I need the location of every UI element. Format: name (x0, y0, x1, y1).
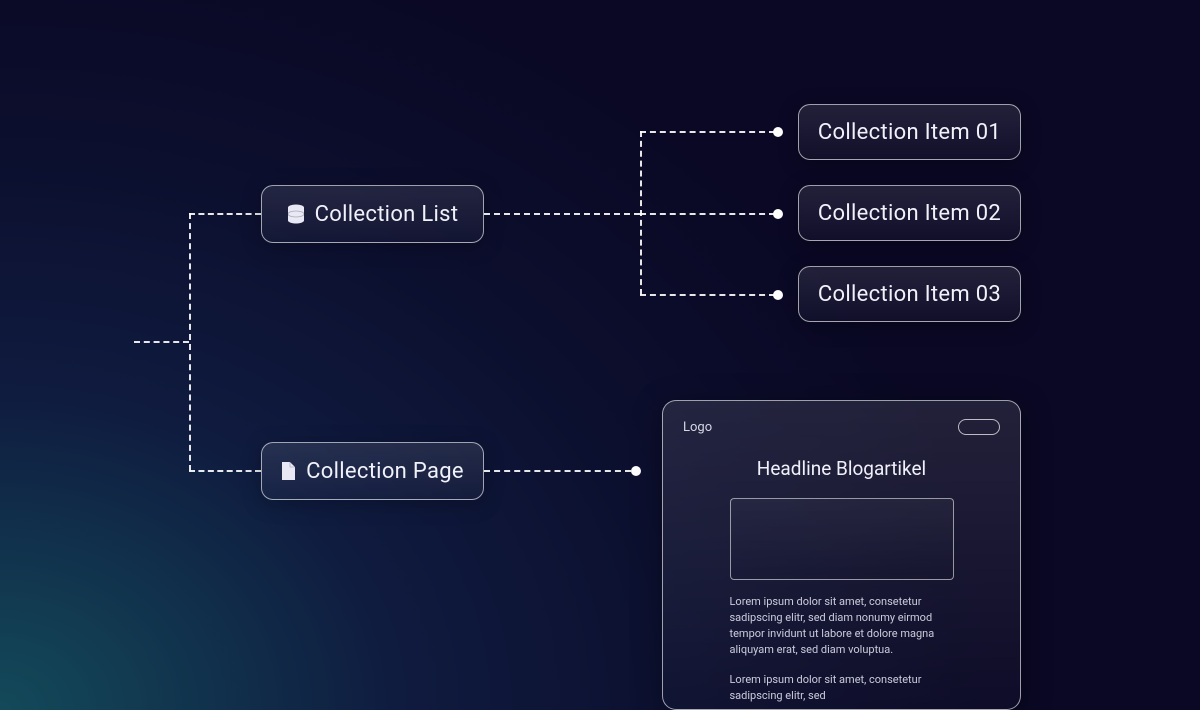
node-label: Collection List (315, 202, 459, 227)
page-preview-body: Lorem ipsum dolor sit amet, consetetur s… (730, 594, 954, 704)
page-preview-button-placeholder (958, 419, 1000, 435)
page-preview-paragraph: Lorem ipsum dolor sit amet, consetetur s… (730, 672, 954, 704)
node-collection-page: Collection Page (261, 442, 484, 500)
connector (189, 470, 261, 472)
connector-endpoint (631, 466, 641, 476)
page-preview-paragraph: Lorem ipsum dolor sit amet, consetetur s… (730, 594, 954, 658)
page-preview-image-placeholder (730, 498, 954, 580)
connector (484, 470, 631, 472)
connector-endpoint (773, 209, 783, 219)
connector (134, 341, 189, 343)
node-label: Collection Item 03 (818, 282, 1001, 307)
node-collection-list: Collection List (261, 185, 484, 243)
connector-endpoint (773, 127, 783, 137)
file-icon (281, 461, 296, 481)
connector (189, 213, 191, 471)
page-preview-header: Logo (683, 419, 1000, 435)
page-preview-card: Logo Headline Blogartikel Lorem ipsum do… (662, 400, 1021, 710)
connector-endpoint (773, 290, 783, 300)
node-label: Collection Page (306, 459, 464, 484)
page-preview-headline: Headline Blogartikel (683, 457, 1000, 480)
connector (484, 213, 640, 215)
connector (640, 131, 775, 133)
connector (189, 213, 261, 215)
connector (640, 213, 775, 215)
node-collection-item-02: Collection Item 02 (798, 185, 1021, 241)
node-label: Collection Item 02 (818, 201, 1001, 226)
node-label: Collection Item 01 (818, 120, 1001, 145)
node-collection-item-01: Collection Item 01 (798, 104, 1021, 160)
database-icon (287, 204, 305, 224)
page-preview-logo: Logo (683, 420, 712, 435)
node-collection-item-03: Collection Item 03 (798, 266, 1021, 322)
connector (640, 294, 775, 296)
